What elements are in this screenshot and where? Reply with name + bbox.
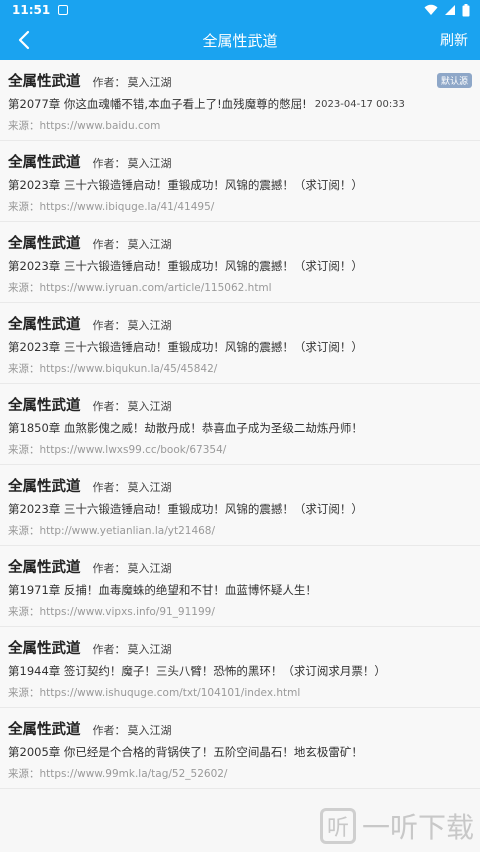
latest-chapter: 第1850章 血煞影傀之威！劫散丹成！恭喜血子成为圣级二劫炼丹师！ xyxy=(8,421,363,435)
book-name: 全属性武道 xyxy=(8,641,81,657)
author-name: 莫入江湖 xyxy=(127,481,172,494)
watermark: 听 一听下载 xyxy=(319,806,474,846)
book-name: 全属性武道 xyxy=(8,479,81,495)
wifi-icon xyxy=(424,4,438,15)
book-name: 全属性武道 xyxy=(8,560,81,576)
author-name: 莫入江湖 xyxy=(127,319,172,332)
author-name: 莫入江湖 xyxy=(127,643,172,656)
latest-chapter: 第2005章 你已经是个合格的背锅侠了！五阶空间晶石！地玄极雷矿！ xyxy=(8,745,363,759)
page-title: 全属性武道 xyxy=(202,31,278,50)
author-label: 作者： xyxy=(92,76,126,89)
list-item[interactable]: 全属性武道 作者： 莫入江湖第2023章 三十六锻造锤启动！重锻成功！风锦的震撼！（… xyxy=(0,303,480,384)
source-url: https://www.lwxs99.cc/book/67354/ xyxy=(39,444,227,456)
latest-chapter: 第2023章 三十六锻造锤启动！重锻成功！风锦的震撼！（求订阅！） xyxy=(8,340,363,354)
list-item[interactable]: 全属性武道 作者： 莫入江湖第2023章 三十六锻造锤启动！重锻成功！风锦的震撼！（… xyxy=(0,465,480,546)
battery-icon xyxy=(462,3,470,16)
list-item[interactable]: 全属性武道 作者： 莫入江湖第2023章 三十六锻造锤启动！重锻成功！风锦的震撼！（… xyxy=(0,222,480,303)
status-time: 11:51 xyxy=(12,3,51,17)
latest-chapter: 第2077章 你这血魂幡不错,本血子看上了!血残魔尊的憋屈! xyxy=(8,97,307,111)
source-line: 来源：https://www.99mk.la/tag/52_52602/ xyxy=(8,766,472,781)
author-label: 作者： xyxy=(92,562,126,575)
source-url: http://www.yetianlian.la/yt21468/ xyxy=(39,525,216,537)
source-url: https://www.biqukun.la/45/45842/ xyxy=(39,363,218,375)
source-label: 来源： xyxy=(8,768,40,780)
author-name: 莫入江湖 xyxy=(127,724,172,737)
author-label: 作者： xyxy=(92,319,126,332)
book-name: 全属性武道 xyxy=(8,236,81,252)
list-item[interactable]: 全属性武道 作者： 莫入江湖第1850章 血煞影傀之威！劫散丹成！恭喜血子成为圣级二… xyxy=(0,384,480,465)
list-item[interactable]: 全属性武道 作者： 莫入江湖第1944章 签订契约！魔子！三头八臂！恐怖的黑环！（求… xyxy=(0,627,480,708)
book-name: 全属性武道 xyxy=(8,317,81,333)
status-bar: 11:51 xyxy=(0,0,480,20)
source-label: 来源： xyxy=(8,201,40,213)
latest-chapter: 第1944章 签订契约！魔子！三头八臂！恐怖的黑环！（求订阅求月票！） xyxy=(8,664,386,678)
list-item[interactable]: 全属性武道 作者： 莫入江湖第2005章 你已经是个合格的背锅侠了！五阶空间晶石！地… xyxy=(0,708,480,789)
source-label: 来源： xyxy=(8,120,40,132)
source-line: 来源：https://www.baidu.com xyxy=(8,118,472,133)
source-line: 来源：http://www.yetianlian.la/yt21468/ xyxy=(8,523,472,538)
default-source-badge: 默认源 xyxy=(436,73,472,88)
back-arrow-icon xyxy=(18,30,30,50)
source-line: 来源：https://www.iyruan.com/article/115062… xyxy=(8,280,472,295)
author-label: 作者： xyxy=(92,238,126,251)
notification-icon xyxy=(58,5,69,15)
source-line: 来源：https://www.vipxs.info/91_91199/ xyxy=(8,604,472,619)
update-time: 2023-04-17 00:33 xyxy=(314,98,405,110)
source-label: 来源： xyxy=(8,606,40,618)
source-line: 来源：https://www.lwxs99.cc/book/67354/ xyxy=(8,442,472,457)
app-bar: 全属性武道 刷新 xyxy=(0,20,480,60)
signal-icon xyxy=(445,5,455,15)
author-label: 作者： xyxy=(92,400,126,413)
source-line: 来源：https://www.ibiquge.la/41/41495/ xyxy=(8,199,472,214)
author-name: 莫入江湖 xyxy=(127,157,172,170)
source-label: 来源： xyxy=(8,363,40,375)
book-name: 全属性武道 xyxy=(8,398,81,414)
back-button[interactable] xyxy=(6,20,42,60)
source-line: 来源：https://www.biqukun.la/45/45842/ xyxy=(8,361,472,376)
latest-chapter: 第2023章 三十六锻造锤启动！重锻成功！风锦的震撼！（求订阅！） xyxy=(8,259,363,273)
author-label: 作者： xyxy=(92,481,126,494)
author-label: 作者： xyxy=(92,643,126,656)
source-url: https://www.vipxs.info/91_91199/ xyxy=(39,606,215,618)
source-url: https://www.baidu.com xyxy=(39,120,161,132)
latest-chapter: 第2023章 三十六锻造锤启动！重锻成功！风锦的震撼！（求订阅！） xyxy=(8,502,363,516)
source-label: 来源： xyxy=(8,444,40,456)
watermark-text: 一听下载 xyxy=(361,811,474,844)
author-name: 莫入江湖 xyxy=(127,562,172,575)
author-label: 作者： xyxy=(92,157,126,170)
book-name: 全属性武道 xyxy=(8,155,81,171)
list-item[interactable]: 全属性武道 作者： 莫入江湖第1971章 反捕！血毒魔蛛的绝望和不甘！血蓝博怀疑人生… xyxy=(0,546,480,627)
source-url: https://www.iyruan.com/article/115062.ht… xyxy=(39,282,272,294)
source-list: 全属性武道 作者： 莫入江湖 默认源 第2077章 你这血魂幡不错,本血子看上了!血残魔… xyxy=(0,60,480,789)
latest-chapter: 第1971章 反捕！血毒魔蛛的绝望和不甘！血蓝博怀疑人生！ xyxy=(8,583,317,597)
refresh-button[interactable]: 刷新 xyxy=(440,20,468,60)
watermark-logo: 听 xyxy=(319,808,356,844)
source-url: https://www.ishuquge.com/txt/104101/inde… xyxy=(39,687,301,699)
list-item[interactable]: 全属性武道 作者： 莫入江湖第2023章 三十六锻造锤启动！重锻成功！风锦的震撼！（… xyxy=(0,141,480,222)
source-label: 来源： xyxy=(8,525,40,537)
author-label: 作者： xyxy=(92,724,126,737)
source-url: https://www.ibiquge.la/41/41495/ xyxy=(39,201,215,213)
author-name: 莫入江湖 xyxy=(127,76,172,89)
source-label: 来源： xyxy=(8,687,40,699)
author-name: 莫入江湖 xyxy=(127,238,172,251)
book-name: 全属性武道 xyxy=(8,722,81,738)
book-name: 全属性武道 xyxy=(8,74,81,90)
list-item[interactable]: 全属性武道 作者： 莫入江湖 默认源第2077章 你这血魂幡不错,本血子看上了!血残魔… xyxy=(0,60,480,141)
latest-chapter: 第2023章 三十六锻造锤启动！重锻成功！风锦的震撼！（求订阅！） xyxy=(8,178,363,192)
source-line: 来源：https://www.ishuquge.com/txt/104101/i… xyxy=(8,685,472,700)
source-url: https://www.99mk.la/tag/52_52602/ xyxy=(39,768,228,780)
source-label: 来源： xyxy=(8,282,40,294)
author-name: 莫入江湖 xyxy=(127,400,172,413)
